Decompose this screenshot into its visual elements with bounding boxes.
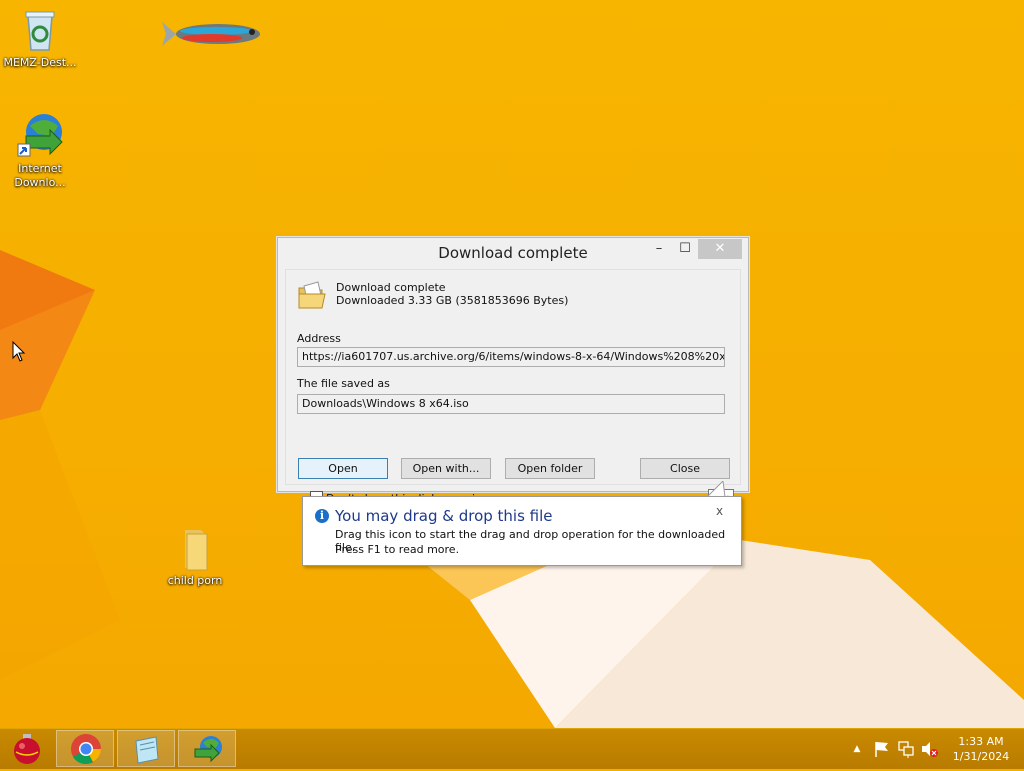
folder-shortcut[interactable]: child porn <box>155 524 235 588</box>
saved-as-field[interactable]: Downloads\Windows 8 x64.iso <box>297 394 725 414</box>
fish-icon <box>162 22 260 46</box>
tray-overflow-chevron[interactable]: ▲ <box>850 729 864 769</box>
status-heading: Download complete <box>336 281 446 294</box>
network-icon[interactable] <box>896 729 916 769</box>
minimize-button[interactable]: – <box>646 239 672 259</box>
taskbar-internet-download-manager[interactable] <box>178 730 236 767</box>
info-icon: i <box>315 509 329 523</box>
taskbar-start-ornament[interactable] <box>0 730 54 767</box>
tooltip-text-line2: Press F1 to read more. <box>335 543 460 556</box>
action-center-flag-icon[interactable] <box>872 729 892 769</box>
mouse-cursor-icon <box>12 341 26 362</box>
taskbar-clock[interactable]: 1:33 AM 1/31/2024 <box>946 734 1016 764</box>
idm-label-line2: Downlo... <box>14 176 66 189</box>
address-label: Address <box>297 332 341 345</box>
open-with-button[interactable]: Open with... <box>401 458 491 479</box>
idm-globe-icon <box>16 112 64 160</box>
internet-download-manager-shortcut[interactable]: Internet Downlo... <box>0 112 80 190</box>
taskbar-chrome[interactable] <box>56 730 114 767</box>
idm-label-line1: Internet <box>18 162 62 175</box>
maximize-button[interactable]: ☐ <box>672 239 698 259</box>
taskbar-explorer[interactable] <box>117 730 175 767</box>
open-folder-button[interactable]: Open folder <box>505 458 595 479</box>
idm-taskbar-icon <box>194 736 222 763</box>
close-window-button[interactable]: ✕ <box>698 239 742 259</box>
close-button[interactable]: Close <box>640 458 730 479</box>
recycle-bin-icon <box>16 6 64 54</box>
recycle-bin-label: MEMZ-Dest... <box>3 56 77 69</box>
tooltip-close-button[interactable]: x <box>716 504 723 518</box>
dialog-content: Download complete Downloaded 3.33 GB (35… <box>285 269 741 511</box>
recycle-bin-shortcut[interactable]: MEMZ-Dest... <box>0 6 80 70</box>
notepad-icon <box>135 736 159 764</box>
folder-icon <box>171 524 219 572</box>
download-complete-dialog: Download complete – ☐ ✕ Download complet… <box>277 237 749 511</box>
tooltip-title: You may drag & drop this file <box>335 507 553 525</box>
folder-label: child porn <box>167 574 223 587</box>
speaker-muted-icon[interactable] <box>920 729 940 769</box>
open-folder-icon <box>298 281 326 309</box>
christmas-ornament-icon <box>14 734 40 764</box>
clock-time: 1:33 AM <box>958 735 1004 748</box>
chrome-icon <box>71 734 101 764</box>
dialog-titlebar[interactable]: Download complete – ☐ ✕ <box>278 238 748 268</box>
saved-as-label: The file saved as <box>297 377 390 390</box>
status-size: Downloaded 3.33 GB (3581853696 Bytes) <box>336 294 569 307</box>
open-button[interactable]: Open <box>298 458 388 479</box>
address-field[interactable]: https://ia601707.us.archive.org/6/items/… <box>297 347 725 367</box>
taskbar: ▲ 1:33 AM 1/31/2024 <box>0 728 1024 769</box>
clock-date: 1/31/2024 <box>952 750 1010 763</box>
drag-drop-tooltip: i You may drag & drop this file Drag thi… <box>302 496 742 566</box>
